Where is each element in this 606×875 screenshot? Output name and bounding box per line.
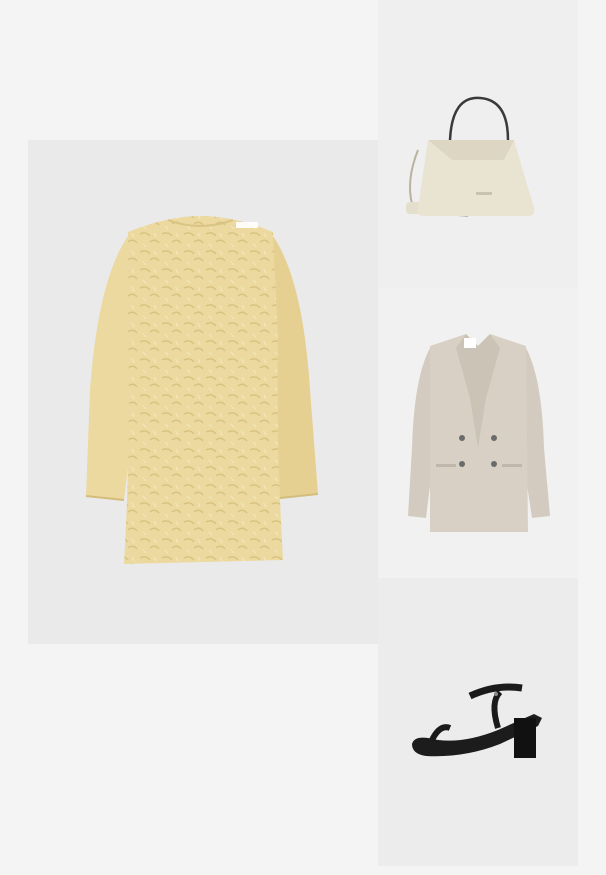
blazer-image (408, 334, 550, 532)
handbag-image (406, 96, 535, 217)
dress-shape (85, 216, 319, 564)
sandal-product-tile[interactable] (378, 578, 578, 866)
handbag-product-tile[interactable] (378, 0, 578, 288)
dress-product-tile[interactable] (28, 140, 378, 644)
blazer-product-tile[interactable] (378, 288, 578, 578)
sandal-image (412, 683, 542, 758)
dress-image (85, 216, 319, 564)
